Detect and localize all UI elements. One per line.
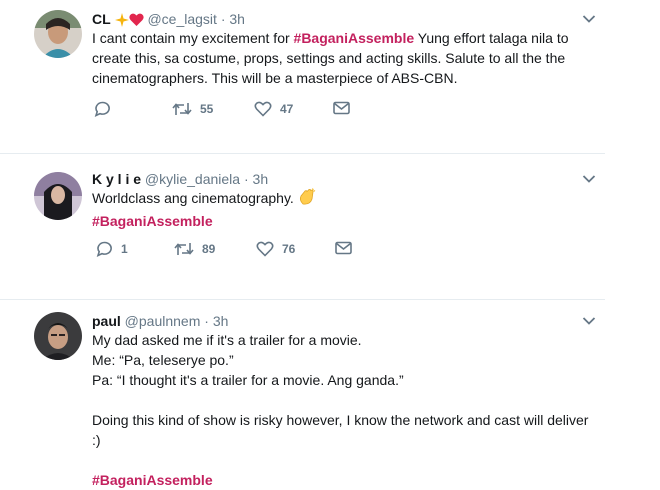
hashtag-link[interactable]: #BaganiAssemble [294, 30, 415, 46]
tweet-text: My dad asked me if it's a trailer for a … [92, 330, 592, 490]
timestamp[interactable]: 3h [229, 11, 245, 27]
tweet-text: Worldclass ang cinematography. #BaganiAs… [92, 188, 582, 231]
retweet-button[interactable]: 89 [174, 241, 215, 257]
chevron-down-icon[interactable] [582, 14, 596, 24]
tweet-text-line: Me: “Pa, teleserye po.” [92, 352, 234, 368]
tweet-text-line: My dad asked me if it's a trailer for a … [92, 332, 362, 348]
heart-icon [254, 101, 272, 117]
display-name[interactable]: K y l i e [92, 171, 141, 187]
envelope-icon [335, 241, 352, 255]
reply-button[interactable] [94, 101, 111, 117]
timestamp[interactable]: 3h [213, 313, 229, 329]
avatar[interactable] [34, 312, 82, 360]
tweet-text-line: Pa: “I thought it's a trailer for a movi… [92, 372, 404, 388]
avatar[interactable] [34, 10, 82, 58]
chevron-down-icon[interactable] [582, 174, 596, 184]
tweet[interactable]: CL @ce_lagsit · 3h I cant contain my exc… [0, 0, 605, 132]
tweet-text-line [92, 450, 592, 470]
retweet-count: 55 [200, 102, 214, 116]
reply-icon [96, 241, 112, 257]
envelope-icon [333, 101, 350, 115]
display-name[interactable]: CL [92, 11, 111, 27]
tweet-text-line: Doing this kind of show is risky however… [92, 412, 589, 428]
direct-message-button[interactable] [333, 101, 350, 115]
tweet-text-part: I cant contain my excitement for [92, 30, 294, 46]
handle[interactable]: @ce_lagsit [147, 11, 216, 27]
separator-dot: · [204, 313, 209, 329]
chevron-down-icon[interactable] [582, 316, 596, 326]
retweet-icon [172, 103, 192, 115]
tweet-actions: 55 47 [94, 101, 394, 121]
tweet[interactable]: paul @paulnnem · 3h My dad asked me if i… [0, 300, 605, 488]
clapping-hands-icon [298, 188, 316, 211]
like-button[interactable]: 47 [254, 101, 293, 117]
like-button[interactable]: 76 [256, 241, 295, 257]
direct-message-button[interactable] [335, 241, 352, 255]
heart-icon [256, 241, 274, 257]
retweet-button[interactable]: 55 [172, 101, 213, 117]
like-count: 76 [282, 242, 296, 256]
separator-dot: · [220, 11, 226, 27]
reply-count: 1 [121, 242, 128, 256]
avatar[interactable] [34, 172, 82, 220]
tweet-text-line: :) [92, 432, 101, 448]
tweet[interactable]: K y l i e @kylie_daniela · 3h Worldclass… [0, 154, 605, 272]
display-name[interactable]: paul [92, 313, 121, 329]
handle[interactable]: @kylie_daniela [145, 171, 240, 187]
like-count: 47 [280, 102, 294, 116]
reply-button[interactable]: 1 [96, 241, 128, 257]
tweet-actions: 1 89 76 [96, 241, 396, 261]
retweet-icon [174, 243, 194, 255]
tweet-text-line [92, 390, 592, 410]
reply-icon [94, 101, 110, 117]
separator-dot: · [243, 171, 249, 187]
tweet-text: I cant contain my excitement for #Bagani… [92, 28, 582, 88]
hashtag-link[interactable]: #BaganiAssemble [92, 213, 213, 229]
timestamp[interactable]: 3h [253, 171, 269, 187]
hashtag-link[interactable]: #BaganiAssemble [92, 470, 592, 490]
retweet-count: 89 [202, 242, 216, 256]
handle[interactable]: @paulnnem [125, 313, 201, 329]
tweet-text-line: Worldclass ang cinematography. [92, 190, 294, 206]
